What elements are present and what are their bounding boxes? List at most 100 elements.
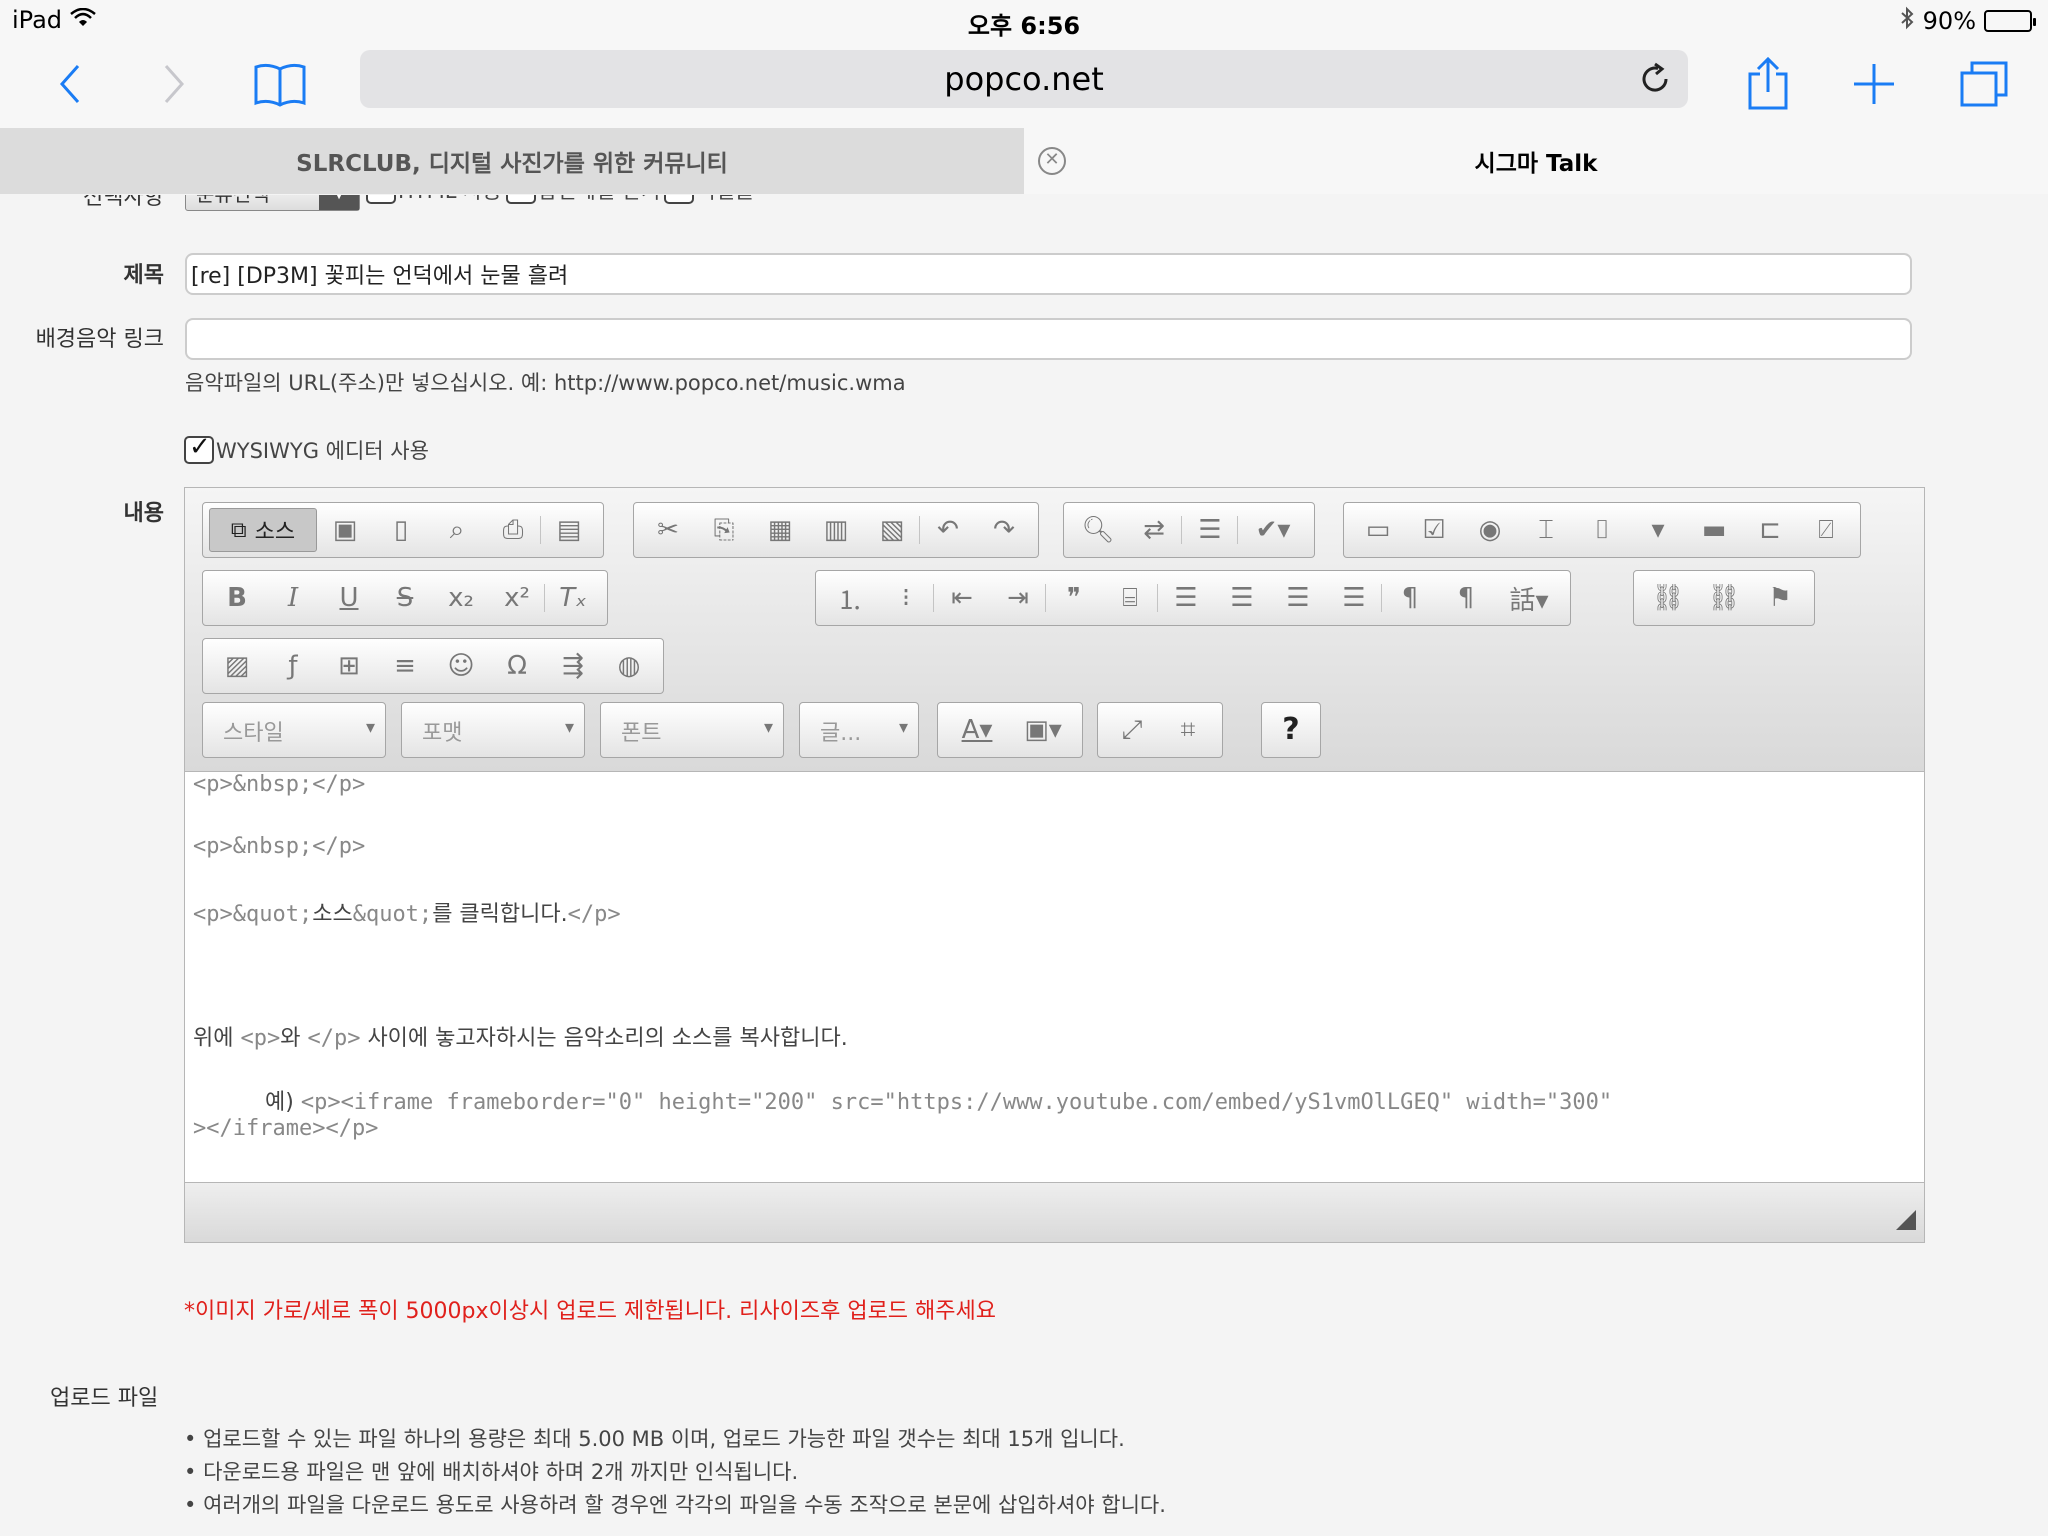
hidden-field-button[interactable]: ⍁ xyxy=(1798,508,1854,552)
checkbox-checked-icon[interactable] xyxy=(366,195,396,204)
horizontal-rule-button[interactable]: ≡ xyxy=(377,644,433,688)
bg-color-button[interactable]: ▣▾ xyxy=(1010,708,1076,752)
show-blocks-button[interactable]: ⌗ xyxy=(1160,708,1216,752)
paste-word-button[interactable]: ▧ xyxy=(864,508,920,552)
source-textarea[interactable]: <p>&nbsp;</p> <p>&nbsp;</p> <p>&quot;소스&… xyxy=(185,772,1924,1182)
bgm-input[interactable] xyxy=(185,318,1912,360)
style-combo[interactable]: 스타일 xyxy=(202,702,386,758)
paste-text-button[interactable]: ▥ xyxy=(808,508,864,552)
bold-button[interactable]: B xyxy=(209,576,265,620)
source-fragment: 사이에 놓고자하시는 음악소리의 소스를 복사합니다. xyxy=(360,1026,848,1051)
link-button[interactable]: ⛓ xyxy=(1640,576,1696,620)
text-color-button[interactable]: A▾ xyxy=(944,708,1010,752)
close-icon[interactable]: ✕ xyxy=(1038,147,1066,175)
image-button[interactable]: ▨ xyxy=(209,644,265,688)
table-icon: ⊞ xyxy=(338,651,360,681)
maximize-button[interactable]: ⤢ xyxy=(1104,708,1160,752)
align-right-button[interactable]: ☰ xyxy=(1270,576,1326,620)
show-blocks-icon: ⌗ xyxy=(1180,714,1196,745)
source-button[interactable]: ⧉ 소스 xyxy=(209,508,317,552)
preview-button[interactable]: ⌕ xyxy=(429,508,485,552)
indent-button[interactable]: ⇥ xyxy=(990,576,1046,620)
paste-text-icon: ▥ xyxy=(823,515,849,545)
iframe-button[interactable]: ◍ xyxy=(601,644,657,688)
status-right: 90% xyxy=(1899,6,2036,36)
reload-button[interactable] xyxy=(1638,62,1672,96)
option-html[interactable]: HTML 사용 xyxy=(366,195,502,205)
create-div-button[interactable]: ⌸ xyxy=(1102,576,1158,620)
toolbar-group-document: ⧉ 소스 ▣ ▯ ⌕ ⎙ ▤ xyxy=(202,502,604,558)
checkbox-checked-icon[interactable] xyxy=(184,432,214,464)
image-icon: ▨ xyxy=(224,651,250,681)
align-left-button[interactable]: ☰ xyxy=(1158,576,1214,620)
special-char-button[interactable]: Ω xyxy=(489,644,545,688)
paste-button[interactable]: ▦ xyxy=(752,508,808,552)
strike-button[interactable]: S xyxy=(377,576,433,620)
new-tab-button[interactable] xyxy=(1842,52,1906,116)
superscript-button[interactable]: x² xyxy=(489,576,545,620)
flash-button[interactable]: ƒ xyxy=(265,644,321,688)
tab-slrclub[interactable]: SLRCLUB, 디지털 사진가를 위한 커뮤니티 xyxy=(0,128,1024,194)
subject-input[interactable] xyxy=(185,253,1912,295)
button-button[interactable]: ▬ xyxy=(1686,508,1742,552)
remove-format-button[interactable]: Tₓ xyxy=(545,576,601,620)
resize-grip-icon[interactable] xyxy=(1896,1210,1916,1230)
bulleted-list-button[interactable]: ⁝ xyxy=(878,576,934,620)
textarea-icon: ⌷ xyxy=(1594,514,1610,545)
new-page-button[interactable]: ▯ xyxy=(373,508,429,552)
back-button[interactable] xyxy=(38,52,102,116)
subscript-button[interactable]: x₂ xyxy=(433,576,489,620)
form-button[interactable]: ▭ xyxy=(1350,508,1406,552)
smiley-button[interactable]: ☺ xyxy=(433,644,489,688)
category-select[interactable]: 분류선택 ▼ xyxy=(185,195,360,211)
save-button[interactable]: ▣ xyxy=(317,508,373,552)
find-button[interactable]: 🔍︎ xyxy=(1070,508,1126,552)
checkbox-icon[interactable] xyxy=(664,195,695,204)
anchor-button[interactable]: ⚑ xyxy=(1752,576,1808,620)
tab-sigma-talk[interactable]: ✕ 시그마 Talk xyxy=(1024,128,2048,194)
size-combo[interactable]: 글... xyxy=(799,702,919,758)
image-button-button[interactable]: ⊏ xyxy=(1742,508,1798,552)
font-combo[interactable]: 폰트 xyxy=(600,702,784,758)
replace-button[interactable]: ⇄ xyxy=(1126,508,1182,552)
templates-button[interactable]: ▤ xyxy=(541,508,597,552)
justify-button[interactable]: ☰ xyxy=(1326,576,1382,620)
textarea-button[interactable]: ⌷ xyxy=(1574,508,1630,552)
text-field-button[interactable]: ⌶ xyxy=(1518,508,1574,552)
outdent-button[interactable]: ⇤ xyxy=(934,576,990,620)
option-reply-mail[interactable]: 답변메일 받기 xyxy=(505,195,660,205)
select-button[interactable]: ▾ xyxy=(1630,508,1686,552)
redo-button[interactable]: ↷ xyxy=(976,508,1032,552)
format-combo[interactable]: 포맷 xyxy=(401,702,585,758)
bookmarks-button[interactable] xyxy=(248,52,312,116)
cut-button[interactable]: ✂ xyxy=(640,508,696,552)
table-button[interactable]: ⊞ xyxy=(321,644,377,688)
upload-note: 다운로드용 파일은 맨 앞에 배치하셔야 하며 2개 까지만 인식됩니다. xyxy=(184,1456,1166,1489)
copy-button[interactable]: ⎘ xyxy=(696,508,752,552)
ltr-button[interactable]: ¶ xyxy=(1382,576,1438,620)
help-button[interactable]: ? xyxy=(1261,702,1321,758)
forward-button[interactable] xyxy=(142,52,206,116)
source-fragment: 소스 xyxy=(312,902,353,927)
option-secret[interactable]: 비밀글 xyxy=(664,195,754,205)
page-break-button[interactable]: ⇶ xyxy=(545,644,601,688)
checkbox-icon[interactable] xyxy=(505,195,536,204)
italic-button[interactable]: I xyxy=(265,576,321,620)
radio-button[interactable]: ◉ xyxy=(1462,508,1518,552)
spellcheck-button[interactable]: ✔▾ xyxy=(1238,508,1308,552)
underline-button[interactable]: U xyxy=(321,576,377,620)
wysiwyg-option[interactable]: WYSIWYG 에디터 사용 xyxy=(184,432,429,465)
share-button[interactable] xyxy=(1736,52,1800,116)
language-button[interactable]: 話▾ xyxy=(1494,576,1564,620)
address-bar[interactable]: popco.net xyxy=(360,50,1688,108)
print-button[interactable]: ⎙ xyxy=(485,508,541,552)
undo-button[interactable]: ↶ xyxy=(920,508,976,552)
rtl-button[interactable]: ¶ xyxy=(1438,576,1494,620)
checkbox-button[interactable]: ☑ xyxy=(1406,508,1462,552)
tabs-button[interactable] xyxy=(1952,52,2016,116)
unlink-button[interactable]: ⛓ xyxy=(1696,576,1752,620)
align-center-button[interactable]: ☰ xyxy=(1214,576,1270,620)
select-all-button[interactable]: ☰ xyxy=(1182,508,1238,552)
blockquote-button[interactable]: ❞ xyxy=(1046,576,1102,620)
numbered-list-button[interactable]: ⒈ xyxy=(822,576,878,620)
